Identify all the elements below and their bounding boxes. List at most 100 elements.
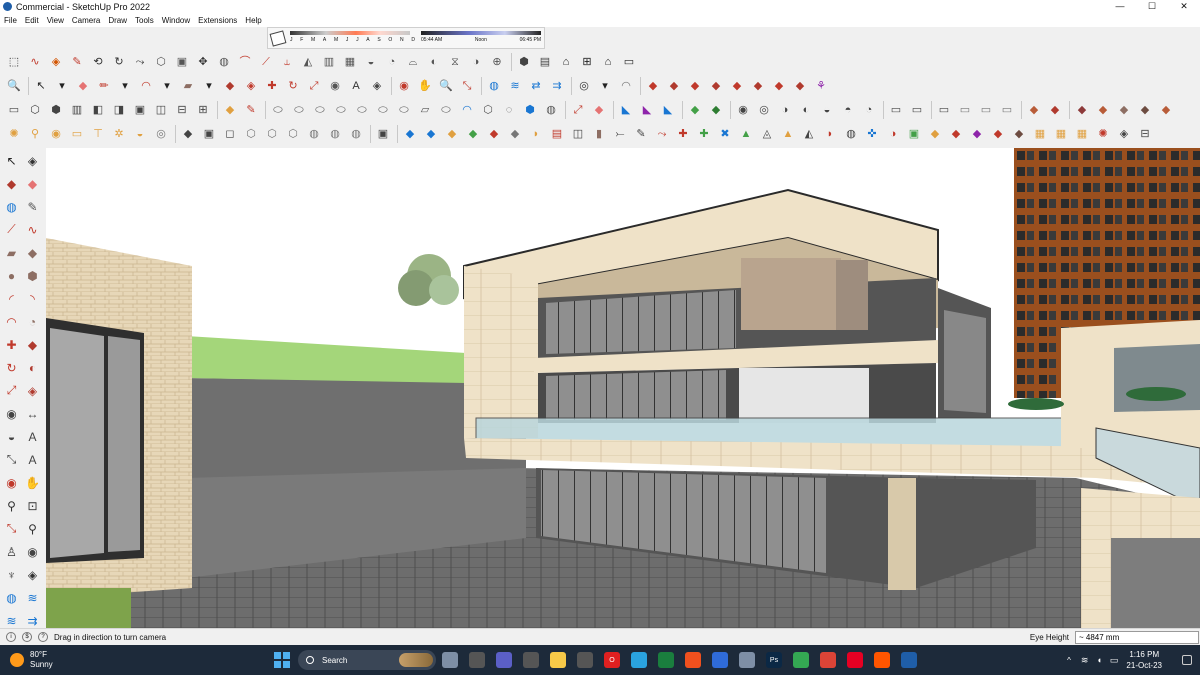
tool-2-icon[interactable]: ◆ bbox=[423, 126, 439, 142]
shape-5-icon[interactable]: ⬭ bbox=[354, 102, 370, 118]
solid-3-icon[interactable]: ◻ bbox=[222, 126, 238, 142]
tool-6-icon[interactable]: ◆ bbox=[507, 126, 523, 142]
position-camera-icon[interactable]: ♙ bbox=[3, 543, 20, 560]
volume-icon[interactable]: ◖ bbox=[1096, 655, 1101, 665]
pie-icon[interactable]: ◔ bbox=[24, 313, 41, 330]
rectangle-icon[interactable]: ▰ bbox=[180, 78, 196, 94]
move-tool-icon[interactable]: ✚ bbox=[264, 78, 280, 94]
freehand-tool-icon[interactable]: ∿ bbox=[24, 221, 41, 238]
pencil-icon[interactable]: ✏ bbox=[96, 78, 112, 94]
back-view-icon[interactable]: ◨ bbox=[111, 102, 127, 118]
tool-26-icon[interactable]: ◆ bbox=[927, 126, 943, 142]
notes-icon[interactable] bbox=[550, 652, 566, 668]
standard-views-icon[interactable]: ▭ bbox=[6, 102, 22, 118]
three-point-arc-icon[interactable]: ◠ bbox=[3, 313, 20, 330]
solid-7-icon[interactable]: ◍ bbox=[306, 126, 322, 142]
solid-2-icon[interactable]: ▣ bbox=[201, 126, 217, 142]
sandbox-contours-icon[interactable]: ◆ bbox=[792, 78, 808, 94]
pan-side-icon[interactable]: ✋ bbox=[24, 474, 41, 491]
tray-chevron-icon[interactable]: ^ bbox=[1067, 656, 1071, 665]
sandbox-smoove-icon[interactable]: ◆ bbox=[666, 78, 682, 94]
rotate-icon[interactable]: ↻ bbox=[111, 54, 127, 70]
group-icon[interactable]: ▣ bbox=[174, 54, 190, 70]
offset-side-icon[interactable]: ◈ bbox=[24, 382, 41, 399]
wireframe-icon[interactable]: ◑ bbox=[777, 102, 793, 118]
brave-icon[interactable] bbox=[685, 652, 701, 668]
pencil-tool-icon[interactable]: ✎ bbox=[243, 102, 259, 118]
tool-15-icon[interactable]: ✚ bbox=[696, 126, 712, 142]
right-view-icon[interactable]: ◧ bbox=[90, 102, 106, 118]
mail-icon[interactable] bbox=[577, 652, 593, 668]
tool-35-icon[interactable]: ◈ bbox=[1116, 126, 1132, 142]
tape-side-icon[interactable]: ◉ bbox=[3, 405, 20, 422]
plugin-8-icon[interactable]: ◎ bbox=[153, 126, 169, 142]
tool-31-icon[interactable]: ▦ bbox=[1032, 126, 1048, 142]
tool-3-icon[interactable]: ◆ bbox=[444, 126, 460, 142]
menu-help[interactable]: Help bbox=[245, 16, 261, 25]
shape-4-icon[interactable]: ⬭ bbox=[333, 102, 349, 118]
wifi-icon[interactable]: ≋ bbox=[1081, 655, 1089, 666]
material-5-icon[interactable]: ◆ bbox=[1116, 102, 1132, 118]
style-side-icon[interactable]: ⇉ bbox=[24, 612, 41, 629]
tool-30-icon[interactable]: ◆ bbox=[1011, 126, 1027, 142]
tool-22-icon[interactable]: ◍ bbox=[843, 126, 859, 142]
paint-bucket-tool-icon[interactable]: ◆ bbox=[3, 175, 20, 192]
measurements-box[interactable] bbox=[1075, 630, 1199, 644]
loft-icon[interactable]: ◭ bbox=[300, 54, 316, 70]
tool-20-icon[interactable]: ◭ bbox=[801, 126, 817, 142]
styles-icon[interactable]: ◆ bbox=[222, 102, 238, 118]
bend-icon[interactable]: ⌓ bbox=[405, 54, 421, 70]
zoom-side-icon[interactable]: ⚲ bbox=[3, 497, 20, 514]
sandbox-grid-icon[interactable]: ◆ bbox=[771, 78, 787, 94]
plugin-3-icon[interactable]: ◉ bbox=[48, 126, 64, 142]
boolean-icon[interactable]: ⊕ bbox=[489, 54, 505, 70]
model-viewport[interactable] bbox=[46, 148, 1200, 628]
material-3-icon[interactable]: ◆ bbox=[1074, 102, 1090, 118]
arrow-1-icon[interactable]: ◣ bbox=[618, 102, 634, 118]
scene-1-icon[interactable]: ▭ bbox=[936, 102, 952, 118]
tool-33-icon[interactable]: ▦ bbox=[1074, 126, 1090, 142]
extrude-icon[interactable]: ▥ bbox=[321, 54, 337, 70]
walk-icon[interactable]: ♆ bbox=[3, 566, 20, 583]
info-icon[interactable]: i bbox=[6, 632, 16, 642]
store-icon[interactable]: ⊞ bbox=[579, 54, 595, 70]
sketchup-task-icon[interactable] bbox=[901, 652, 917, 668]
scene-2-icon[interactable]: ▭ bbox=[957, 102, 973, 118]
line-icon[interactable]: ⟋ bbox=[258, 54, 274, 70]
solid-1-icon[interactable]: ◆ bbox=[180, 126, 196, 142]
match-photo-icon[interactable]: ⚘ bbox=[813, 78, 829, 94]
tool-18-icon[interactable]: ◬ bbox=[759, 126, 775, 142]
plugin-7-icon[interactable]: ◒ bbox=[132, 126, 148, 142]
layer-2-icon[interactable]: ▭ bbox=[909, 102, 925, 118]
shape-14-icon[interactable]: ◍ bbox=[543, 102, 559, 118]
zoom-icon[interactable]: 🔍 bbox=[438, 78, 454, 94]
teams-icon[interactable] bbox=[496, 652, 512, 668]
tool-21-icon[interactable]: ◗ bbox=[822, 126, 838, 142]
user-icon[interactable]: ◎ bbox=[576, 78, 592, 94]
tool-4-icon[interactable]: ◆ bbox=[465, 126, 481, 142]
text-side-icon[interactable]: A bbox=[24, 428, 41, 445]
tool-12-icon[interactable]: ✎ bbox=[633, 126, 649, 142]
component-icon[interactable]: ⬡ bbox=[153, 54, 169, 70]
offset-icon[interactable]: ◈ bbox=[243, 78, 259, 94]
sandbox-drape-icon[interactable]: ◆ bbox=[708, 78, 724, 94]
close-button[interactable]: ✕ bbox=[1168, 0, 1200, 13]
tool-17-icon[interactable]: ▲ bbox=[738, 126, 754, 142]
shape-12-icon[interactable]: ◌ bbox=[501, 102, 517, 118]
push-pull-icon[interactable]: ✎ bbox=[69, 54, 85, 70]
scene-3-icon[interactable]: ▭ bbox=[978, 102, 994, 118]
menu-view[interactable]: View bbox=[47, 16, 64, 25]
solid-4-icon[interactable]: ⬡ bbox=[243, 126, 259, 142]
top-view-icon[interactable]: ⬢ bbox=[48, 102, 64, 118]
extrude-edges-icon[interactable]: ▦ bbox=[342, 54, 358, 70]
previous-view-icon[interactable]: ⚲ bbox=[24, 520, 41, 537]
tool-9-icon[interactable]: ◫ bbox=[570, 126, 586, 142]
orbit-side-icon[interactable]: ◉ bbox=[3, 474, 20, 491]
fillet-icon[interactable]: ◔ bbox=[384, 54, 400, 70]
dropdown-icon[interactable]: ▾ bbox=[201, 78, 217, 94]
dropdown-icon[interactable]: ▾ bbox=[54, 78, 70, 94]
plugin-5-icon[interactable]: ⊤ bbox=[90, 126, 106, 142]
x-ray-icon[interactable]: ◉ bbox=[735, 102, 751, 118]
shape-7-icon[interactable]: ⬭ bbox=[396, 102, 412, 118]
taskbar-search[interactable]: Search bbox=[298, 650, 436, 670]
